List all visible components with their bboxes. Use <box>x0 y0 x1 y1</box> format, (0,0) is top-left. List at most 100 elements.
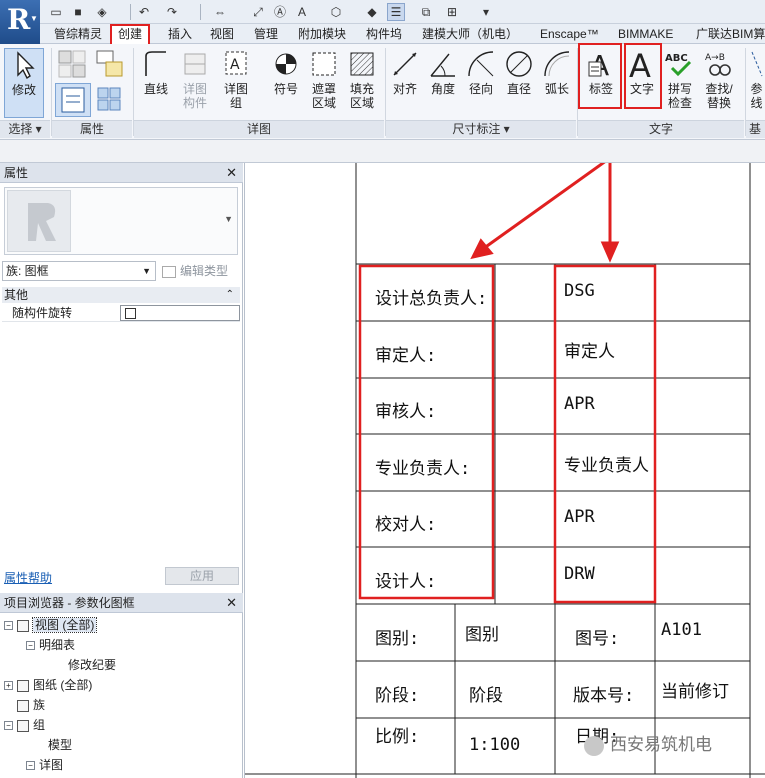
properties-icon[interactable] <box>56 48 88 80</box>
find-replace-button[interactable]: A→B 查找/ 替换 <box>700 48 738 110</box>
value-scale[interactable]: 1:100 <box>469 735 520 755</box>
text-icon[interactable]: A <box>294 4 310 20</box>
filled-region-button[interactable]: 填充 区域 <box>344 48 380 110</box>
value-reviewer[interactable]: APR <box>564 394 595 414</box>
family-filter-dropdown[interactable]: 族: 图框 ▼ <box>2 261 156 281</box>
property-category-other[interactable]: 其他 ⌃ <box>2 287 240 303</box>
value-drawing-number[interactable]: A101 <box>661 620 702 640</box>
masking-region-button[interactable]: 遮罩 区域 <box>306 48 342 110</box>
customize-toolbar-icon[interactable]: ▾ <box>478 4 494 20</box>
watermark: 西安易筑机电 <box>584 730 712 756</box>
select-panel-label[interactable]: 选择 ▾ <box>0 120 50 138</box>
radial-dimension-button[interactable]: 径向 <box>464 48 498 96</box>
sync-icon[interactable]: ◈ <box>94 4 110 20</box>
chevron-down-icon: ▼ <box>142 266 151 276</box>
tree-item-model-groups[interactable]: 模型 <box>48 735 72 755</box>
close-icon[interactable]: ✕ <box>226 163 237 183</box>
value-version[interactable]: 当前修订 <box>661 677 729 702</box>
family-types-icon[interactable] <box>94 84 126 116</box>
tab-view[interactable]: 视图 <box>210 24 234 44</box>
cursor-arrow-icon <box>17 51 35 80</box>
tree-item-views[interactable]: − 视图 (全部) <box>4 615 98 635</box>
tag-icon[interactable]: Ⓐ <box>272 4 288 20</box>
collapse-icon: ⌃ <box>225 289 234 300</box>
value-stage[interactable]: 阶段 <box>469 681 503 706</box>
edit-type-button[interactable]: 编辑类型 <box>162 261 228 281</box>
collapse-icon[interactable]: − <box>4 621 13 631</box>
detail-component-button[interactable]: 详图 构件 <box>178 48 212 110</box>
svg-text:ABC: ABC <box>665 53 688 64</box>
arc-length-dimension-button[interactable]: 弧长 <box>540 48 574 96</box>
collapse-icon[interactable]: − <box>26 761 35 771</box>
dimension-icon[interactable]: ⤢ <box>250 4 266 20</box>
value-drawing-type[interactable]: 图别 <box>465 620 499 645</box>
tab-modeling-master[interactable]: 建模大师（机电） <box>422 24 518 44</box>
apply-button[interactable]: 应用 <box>165 567 239 585</box>
aligned-dimension-button[interactable]: 对齐 <box>388 48 422 96</box>
detail-panel-label: 详图 <box>134 120 384 138</box>
value-checker[interactable]: APR <box>564 507 595 527</box>
angular-dimension-icon <box>430 53 455 77</box>
properties-palette-icon[interactable] <box>55 83 91 117</box>
tab-glodon-bim[interactable]: 广联达BIM算 <box>696 24 765 44</box>
properties-help-link[interactable]: 属性帮助 <box>4 569 52 586</box>
section-icon[interactable]: ◆ <box>364 4 380 20</box>
tree-item-revision-schedule[interactable]: 修改纪要 <box>68 655 116 675</box>
3d-view-icon[interactable]: ⬡ <box>328 4 344 20</box>
tab-insert[interactable]: 插入 <box>168 24 192 44</box>
tree-item-schedules[interactable]: − 明细表 <box>26 635 75 655</box>
tab-enscape[interactable]: Enscape™ <box>540 24 599 44</box>
thin-lines-icon[interactable]: ☰ <box>387 3 405 21</box>
drawing-canvas[interactable]: 设计总负责人: 审定人: 审核人: 专业负责人: 校对人: 设计人: DSG 审… <box>244 163 765 778</box>
reference-plane-button[interactable]: 参 线 <box>748 48 765 110</box>
find-replace-icon: A→B <box>705 53 731 76</box>
undo-icon[interactable]: ↶ <box>136 4 152 20</box>
detail-line-button[interactable]: 直线 <box>138 48 174 96</box>
angular-dimension-button[interactable]: 角度 <box>426 48 460 96</box>
svg-text:A: A <box>230 57 240 73</box>
tree-item-families[interactable]: +族 <box>4 695 45 715</box>
tab-pipe-wizard[interactable]: 管综精灵 <box>54 24 102 44</box>
expand-icon[interactable]: + <box>4 681 13 691</box>
symbol-button[interactable]: 符号 <box>268 48 304 96</box>
ribbon-shadow-strip <box>0 140 765 163</box>
tab-bimmake[interactable]: BIMMAKE <box>618 24 673 44</box>
tab-create[interactable]: 创建 <box>110 24 151 44</box>
datum-panel-label: 基 <box>746 120 765 138</box>
collapse-icon[interactable]: − <box>26 641 35 651</box>
value-design-lead[interactable]: DSG <box>564 281 595 301</box>
labels-column-highlight <box>358 264 495 600</box>
tab-manage[interactable]: 管理 <box>254 24 278 44</box>
tree-item-sheets[interactable]: + 图纸 (全部) <box>4 675 92 695</box>
diameter-dimension-button[interactable]: 直径 <box>502 48 536 96</box>
close-icon[interactable]: ✕ <box>226 593 237 613</box>
collapse-icon[interactable]: − <box>4 721 13 731</box>
groups-icon <box>17 719 29 732</box>
detail-component-icon <box>184 53 206 75</box>
close-windows-icon[interactable]: ⧉ <box>418 4 434 20</box>
open-icon[interactable]: ▭ <box>48 4 64 20</box>
rotate-with-component-checkbox[interactable] <box>125 308 136 319</box>
modify-button[interactable]: 修改 <box>4 48 44 118</box>
text-button-highlight <box>624 43 662 109</box>
detail-group-button[interactable]: A 详图 组 <box>216 48 256 110</box>
type-properties-icon[interactable] <box>94 48 126 80</box>
redo-icon[interactable]: ↷ <box>164 4 180 20</box>
svg-text:A→B: A→B <box>705 53 725 63</box>
type-selector[interactable]: ▼ <box>4 187 238 255</box>
tree-item-groups[interactable]: − 组 <box>4 715 45 735</box>
value-designer[interactable]: DRW <box>564 564 595 584</box>
save-icon[interactable]: ■ <box>70 4 86 20</box>
dimension-panel-label[interactable]: 尺寸标注 ▾ <box>386 120 576 138</box>
chevron-down-icon: ▼ <box>224 214 233 224</box>
tree-item-detail-groups[interactable]: − 详图 <box>26 755 63 775</box>
tab-component-dock[interactable]: 构件坞 <box>366 24 402 44</box>
value-approver[interactable]: 审定人 <box>564 337 615 362</box>
properties-palette: 属性 ✕ ▼ 族: 图框 ▼ 编辑类型 其他 ⌃ 随构件旋转 属性帮助 应用 <box>0 163 243 593</box>
switch-windows-icon[interactable]: ⊞ <box>444 4 460 20</box>
value-discipline-lead[interactable]: 专业负责人 <box>564 451 649 476</box>
spell-check-button[interactable]: ABC 拼写 检查 <box>662 48 698 110</box>
tab-addins[interactable]: 附加模块 <box>298 24 346 44</box>
measure-icon[interactable]: ⇔ <box>212 4 228 20</box>
application-menu-button[interactable]: R ▼ <box>0 0 40 44</box>
